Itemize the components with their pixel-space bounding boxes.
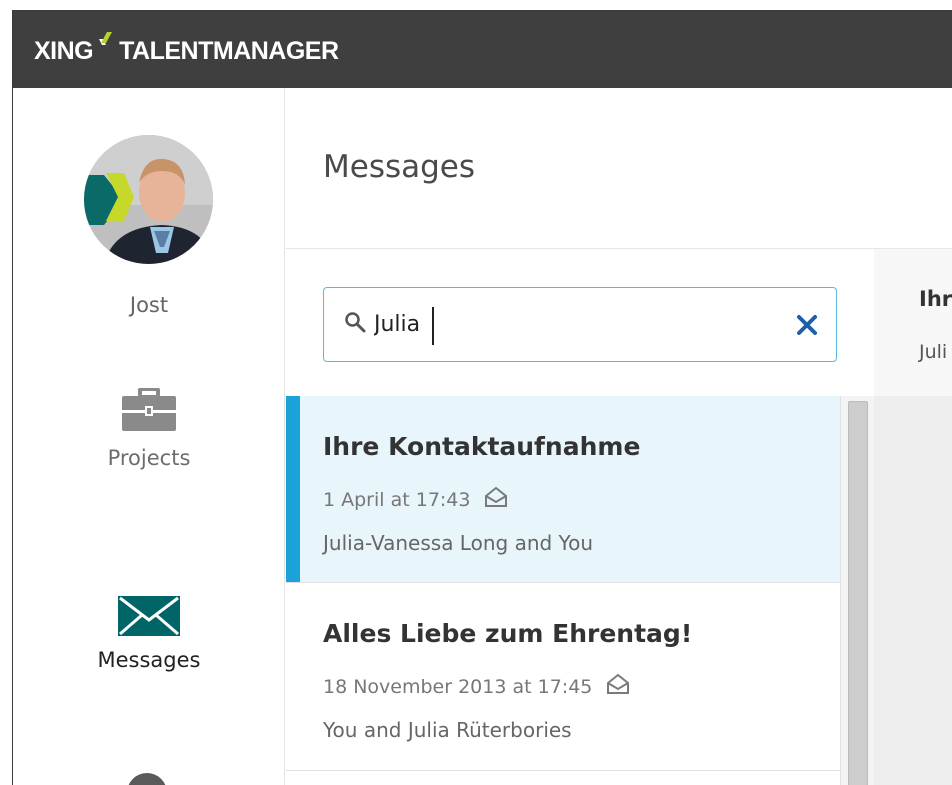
conversation-participants: Julia-Vanessa Long and You <box>323 531 594 555</box>
list-scrollbar[interactable] <box>840 396 874 785</box>
sidebar-item-projects[interactable]: Projects <box>13 388 285 470</box>
conversation-subject: Ihre Kontaktaufnahme <box>323 432 641 461</box>
brand-left: XING <box>34 37 94 65</box>
search-box[interactable] <box>323 287 837 362</box>
sidebar-item-messages[interactable]: Messages <box>13 596 285 672</box>
message-detail-pane: Ihr Juli <box>874 249 952 785</box>
envelope-icon <box>13 596 285 636</box>
detail-participants: Juli <box>919 341 948 363</box>
brand-right: TALENTMANAGER <box>119 37 339 65</box>
open-envelope-icon <box>606 673 630 700</box>
list-item[interactable]: Ihre Kontaktaufnahme 1 April at 17:43 Ju… <box>286 396 840 583</box>
sidebar-item-label: Projects <box>107 446 191 470</box>
conversation-date-text: 1 April at 17:43 <box>323 488 471 511</box>
conversation-date: 18 November 2013 at 17:45 <box>323 673 630 700</box>
detail-header: Ihr Juli <box>874 249 952 396</box>
sidebar: Jost Projects Messages <box>13 88 285 785</box>
conversation-date: 1 April at 17:43 <box>323 486 508 513</box>
open-envelope-icon <box>484 486 508 513</box>
conversation-participants: You and Julia Rüterbories <box>323 718 572 742</box>
conversation-list: Ihre Kontaktaufnahme 1 April at 17:43 Ju… <box>286 396 840 785</box>
conversation-subject: Alles Liebe zum Ehrentag! <box>323 619 693 648</box>
sidebar-item-label: Messages <box>97 648 201 672</box>
close-icon <box>797 315 817 335</box>
brand-logo[interactable]: XING TALENTMANAGER <box>34 32 339 66</box>
detail-subject: Ihr <box>919 287 952 311</box>
sidebar-item-more[interactable] <box>127 773 167 785</box>
search-input[interactable] <box>374 304 774 344</box>
briefcase-icon <box>13 388 285 432</box>
profile-name[interactable]: Jost <box>13 293 285 317</box>
text-caret <box>432 307 434 345</box>
scrollbar-thumb[interactable] <box>848 401 868 785</box>
search-icon <box>344 311 366 337</box>
page-header: Messages <box>286 88 952 249</box>
search-row <box>286 249 840 396</box>
avatar[interactable] <box>84 135 213 264</box>
top-bar: XING TALENTMANAGER <box>13 11 952 88</box>
active-indicator <box>286 396 300 582</box>
xing-logo-icon <box>97 31 115 51</box>
list-item[interactable]: Alles Liebe zum Ehrentag! 18 November 20… <box>286 583 840 771</box>
app-window: XING TALENTMANAGER Jost Projects Message… <box>12 10 952 785</box>
page-title: Messages <box>323 149 476 185</box>
clear-search-button[interactable] <box>794 309 820 339</box>
conversation-date-text: 18 November 2013 at 17:45 <box>323 675 593 698</box>
